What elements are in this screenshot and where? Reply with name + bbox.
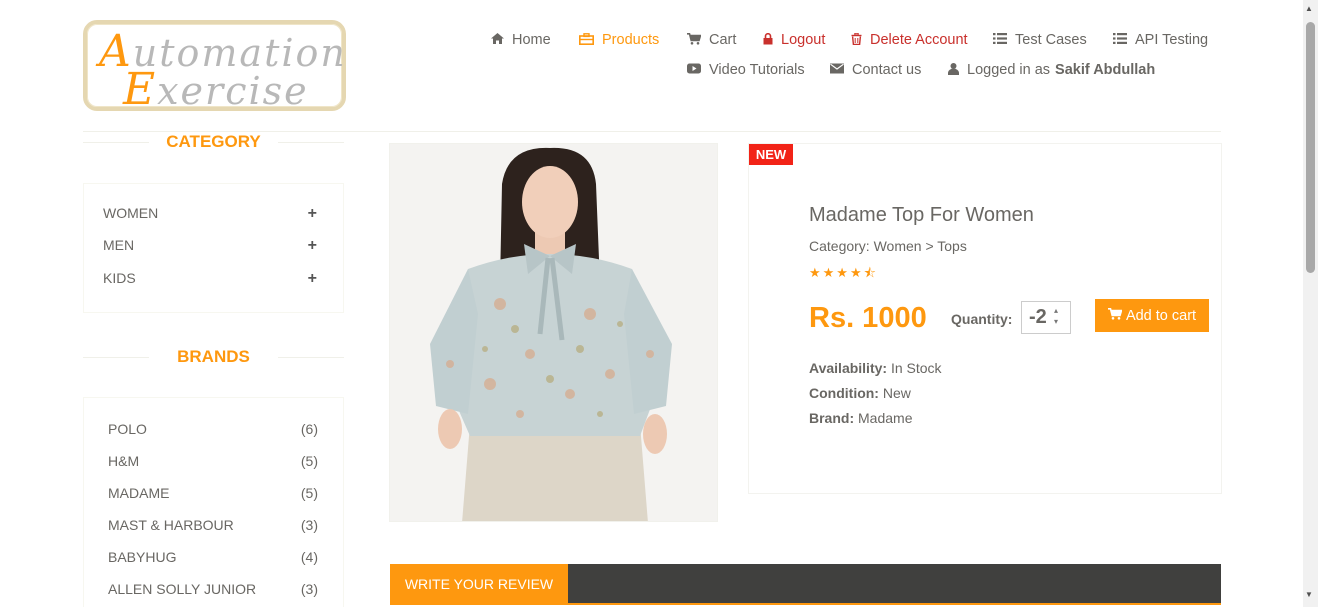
youtube-play-icon	[687, 63, 701, 77]
home-icon	[491, 33, 504, 47]
scroll-up-arrow-icon[interactable]: ▲	[1305, 4, 1313, 13]
availability-label: Availability:	[809, 360, 888, 376]
envelope-icon	[830, 63, 844, 77]
tab-write-review[interactable]: WRITE YOUR REVIEW	[390, 564, 568, 604]
nav-delete-account[interactable]: Delete Account	[851, 32, 968, 48]
brand-item[interactable]: H&M (5)	[108, 453, 318, 469]
nav-delete-account-label: Delete Account	[870, 32, 968, 48]
nav-username: Sakif Abdullah	[1055, 62, 1156, 78]
category-label: KIDS	[103, 270, 136, 286]
brand-item[interactable]: MAST & HARBOUR (3)	[108, 517, 318, 533]
nav-home[interactable]: Home	[491, 32, 551, 48]
product-category: Category: Women > Tops	[809, 238, 967, 254]
product-image	[389, 143, 718, 522]
category-panel: WOMEN + MEN + KIDS +	[83, 183, 344, 313]
brands-panel: POLO (6) H&M (5) MADAME (5) MAST & HARBO…	[83, 397, 344, 607]
user-icon	[948, 62, 959, 78]
nav-logged-in-label: Logged in as	[967, 62, 1051, 78]
nav-video-tutorials[interactable]: Video Tutorials	[687, 62, 805, 78]
brand-name: BABYHUG	[108, 549, 177, 565]
lock-icon	[763, 32, 773, 48]
category-men[interactable]: MEN +	[103, 237, 317, 255]
nav-video-tutorials-label: Video Tutorials	[709, 62, 805, 78]
condition: Condition: New	[809, 385, 911, 401]
nav-test-cases[interactable]: Test Cases	[993, 32, 1087, 48]
nav-home-label: Home	[512, 32, 551, 48]
nav-products-label: Products	[602, 32, 660, 48]
add-to-cart-label: Add to cart	[1125, 307, 1197, 324]
list-icon	[993, 33, 1007, 47]
nav-api-testing[interactable]: API Testing	[1113, 32, 1208, 48]
brand-name: H&M	[108, 453, 140, 469]
brand-count: (6)	[300, 421, 318, 437]
logo-line-2: Exercise	[123, 64, 309, 115]
nav-logout[interactable]: Logout	[763, 32, 825, 48]
availability: Availability: In Stock	[809, 360, 942, 376]
nav-products[interactable]: Products	[579, 32, 659, 48]
brand-count: (4)	[300, 549, 318, 565]
shopping-cart-icon	[687, 32, 702, 48]
product-name: Madame Top For Women	[809, 204, 1034, 226]
category-label: WOMEN	[103, 205, 159, 221]
category-kids[interactable]: KIDS +	[103, 270, 317, 288]
brand-name: POLO	[108, 421, 147, 437]
nav-cart[interactable]: Cart	[687, 32, 736, 48]
nav-logout-label: Logout	[781, 32, 826, 48]
scrollbar-thumb[interactable]	[1306, 22, 1315, 273]
brand: Brand: Madame	[809, 410, 912, 426]
category-title: CATEGORY	[83, 132, 344, 152]
quantity-label: Quantity:	[951, 311, 1013, 327]
product-price: Rs. 1000	[809, 302, 927, 334]
category-label: MEN	[103, 237, 135, 253]
shopping-cart-icon	[1107, 308, 1123, 323]
brand-item[interactable]: MADAME (5)	[108, 485, 318, 501]
brand-label: Brand:	[809, 410, 855, 426]
add-to-cart-button[interactable]: Add to cart	[1095, 299, 1209, 332]
brand-count: (5)	[300, 453, 318, 469]
category-women[interactable]: WOMEN +	[103, 205, 317, 223]
nav-test-cases-label: Test Cases	[1015, 32, 1087, 48]
site-logo[interactable]: Automation Exercise	[83, 20, 346, 115]
brand-item[interactable]: POLO (6)	[108, 421, 318, 437]
brands-title: BRANDS	[83, 347, 344, 367]
brand-name: ALLEN SOLLY JUNIOR	[108, 581, 257, 597]
plus-icon[interactable]: +	[308, 237, 317, 255]
availability-value: In Stock	[890, 360, 942, 376]
nav-contact-us-label: Contact us	[852, 62, 922, 78]
briefcase-icon	[579, 32, 594, 48]
nav-cart-label: Cart	[709, 32, 737, 48]
brand-name: MAST & HARBOUR	[108, 517, 234, 533]
nav-logged-in-as[interactable]: Logged in as Sakif Abdullah	[948, 62, 1155, 78]
nav-api-testing-label: API Testing	[1135, 32, 1209, 48]
condition-label: Condition:	[809, 385, 879, 401]
plus-icon[interactable]: +	[308, 205, 317, 223]
scroll-down-arrow-icon[interactable]: ▼	[1305, 590, 1313, 599]
review-bar-underline	[390, 603, 1221, 605]
brand-count: (3)	[300, 581, 318, 597]
condition-value: New	[882, 385, 911, 401]
quantity-input[interactable]	[1021, 301, 1071, 334]
quantity-spinner[interactable]: ▴ ▾	[1054, 305, 1058, 327]
brand-item[interactable]: ALLEN SOLLY JUNIOR (3)	[108, 581, 318, 597]
trash-icon	[851, 32, 862, 48]
brand-value: Madame	[858, 410, 913, 426]
plus-icon[interactable]: +	[308, 270, 317, 288]
list-icon	[1113, 33, 1127, 47]
nav-contact-us[interactable]: Contact us	[830, 62, 921, 78]
brand-count: (3)	[300, 517, 318, 533]
brand-name: MADAME	[108, 485, 170, 501]
rating-stars: ★★★★⯪	[809, 265, 878, 280]
new-badge: NEW	[749, 144, 793, 165]
brand-count: (5)	[300, 485, 318, 501]
brand-item[interactable]: BABYHUG (4)	[108, 549, 318, 565]
